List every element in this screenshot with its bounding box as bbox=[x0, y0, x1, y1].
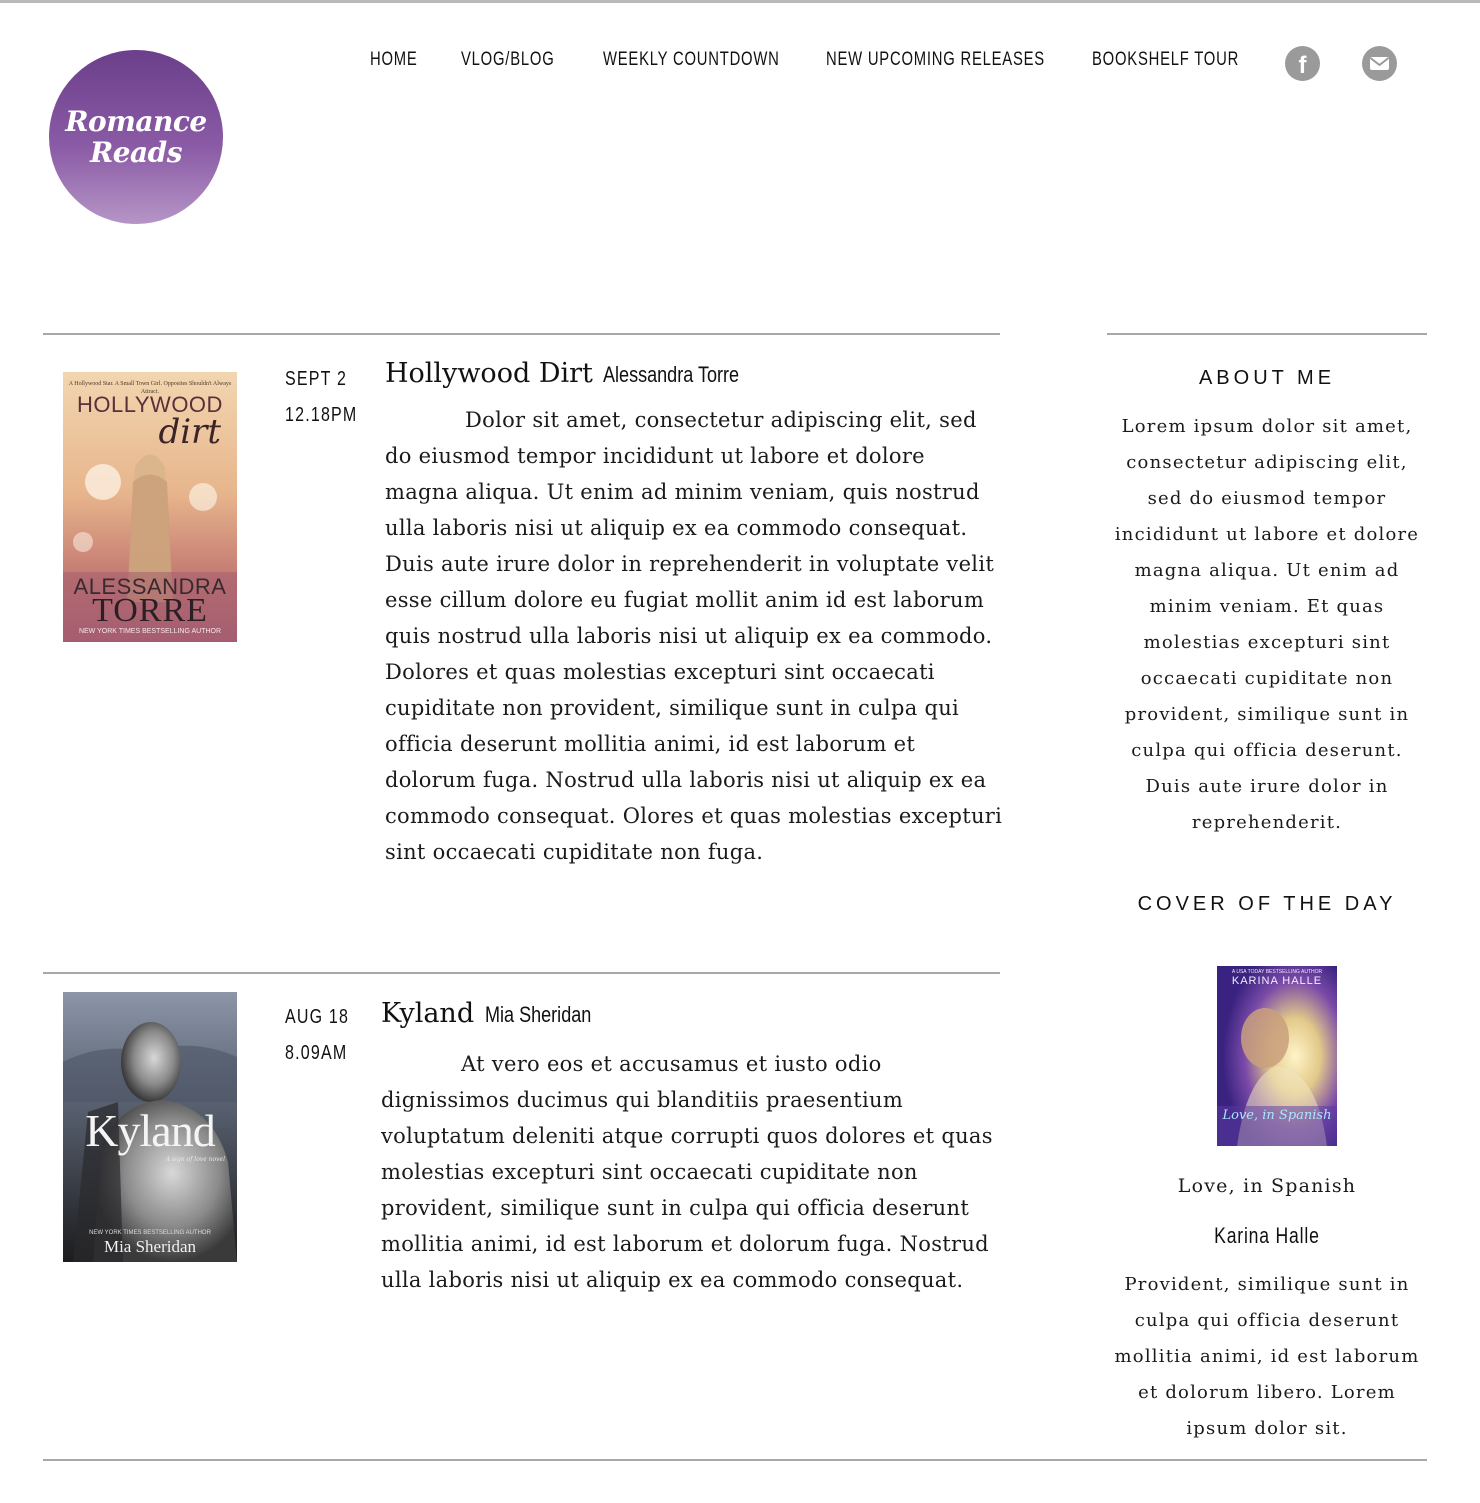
cover-byline: NEW YORK TIMES BESTSELLING AUTHOR bbox=[78, 628, 222, 635]
svg-text:f: f bbox=[1299, 52, 1308, 79]
cover-of-the-day-text: Provident, similique sunt in culpa qui o… bbox=[1114, 1274, 1420, 1439]
cover-of-the-day-heading: COVER OF THE DAY bbox=[1137, 893, 1397, 915]
main-nav: HOME VLOG/BLOG WEEKLY COUNTDOWN NEW UPCO… bbox=[370, 47, 1420, 79]
post-date: AUG 18 8.09AM bbox=[285, 999, 349, 1071]
post-date-time: 12.18PM bbox=[285, 404, 358, 426]
cover-byline: NEW YORK TIMES BESTSELLING AUTHOR bbox=[89, 1230, 211, 1236]
cover-of-the-day-image[interactable]: A USA TODAY BESTSELLING AUTHOR KARINA HA… bbox=[1217, 966, 1337, 1146]
logo-line-1: Romance bbox=[65, 105, 207, 138]
post-title[interactable]: Kyland Mia Sheridan bbox=[381, 997, 614, 1032]
post-author: Alessandra Torre bbox=[603, 362, 740, 387]
cover-subtitle: A sign of love novel bbox=[165, 1156, 225, 1163]
post-divider bbox=[43, 333, 1000, 335]
cover-title: Kyland bbox=[85, 1105, 215, 1156]
site-logo[interactable]: Romance Reads bbox=[49, 50, 223, 224]
post-title-text[interactable]: Kyland bbox=[381, 998, 474, 1029]
about-heading: ABOUT ME bbox=[1198, 367, 1336, 389]
cover-author: Mia Sheridan bbox=[103, 1237, 197, 1256]
email-icon[interactable] bbox=[1362, 46, 1397, 81]
book-cover-hollywood-dirt[interactable]: A Hollywood Star. A Small Town Girl. Opp… bbox=[63, 372, 237, 642]
book-cover-kyland[interactable]: Kyland A sign of love novel NEW YORK TIM… bbox=[63, 992, 237, 1262]
facebook-icon[interactable]: f bbox=[1285, 46, 1320, 81]
post-body: At vero eos et accusamus et iusto odio d… bbox=[381, 1052, 993, 1292]
post-author: Mia Sheridan bbox=[484, 1002, 592, 1027]
post-title-text[interactable]: Hollywood Dirt bbox=[385, 358, 593, 389]
about-text: Lorem ipsum dolor sit amet, consectetur … bbox=[1114, 416, 1420, 833]
nav-bookshelf-tour[interactable]: BOOKSHELF TOUR bbox=[1092, 49, 1239, 71]
cover-of-the-day-author-wrap: Karina Halle bbox=[1107, 1223, 1427, 1249]
post-date-day: SEPT 2 bbox=[285, 368, 348, 390]
nav-home[interactable]: HOME bbox=[370, 49, 418, 71]
cover-book-title: Love, in Spanish bbox=[1222, 1108, 1332, 1123]
footer-divider bbox=[43, 1459, 1427, 1461]
cover-of-the-day-title[interactable]: Love, in Spanish bbox=[1107, 1168, 1427, 1204]
post-date-time: 8.09AM bbox=[285, 1042, 348, 1064]
cover-book-author: KARINA HALLE bbox=[1231, 975, 1323, 987]
post-date: SEPT 2 12.18PM bbox=[285, 361, 357, 433]
logo-line-2: Reads bbox=[89, 136, 183, 169]
nav-weekly-countdown[interactable]: WEEKLY COUNTDOWN bbox=[603, 49, 780, 71]
post-title[interactable]: Hollywood Dirt Alessandra Torre bbox=[385, 357, 769, 392]
sidebar-divider bbox=[1107, 333, 1427, 335]
cover-author-last: TORRE bbox=[92, 592, 208, 629]
post-body: Dolor sit amet, consectetur adipiscing e… bbox=[385, 408, 1003, 864]
nav-vlog-blog[interactable]: VLOG/BLOG bbox=[461, 49, 555, 71]
post-divider bbox=[43, 972, 1000, 974]
cover-title-script: dirt bbox=[158, 412, 221, 452]
nav-new-upcoming-releases[interactable]: NEW UPCOMING RELEASES bbox=[826, 49, 1045, 71]
post-date-day: AUG 18 bbox=[285, 1006, 350, 1028]
cover-of-the-day-author: Karina Halle bbox=[1214, 1223, 1320, 1248]
